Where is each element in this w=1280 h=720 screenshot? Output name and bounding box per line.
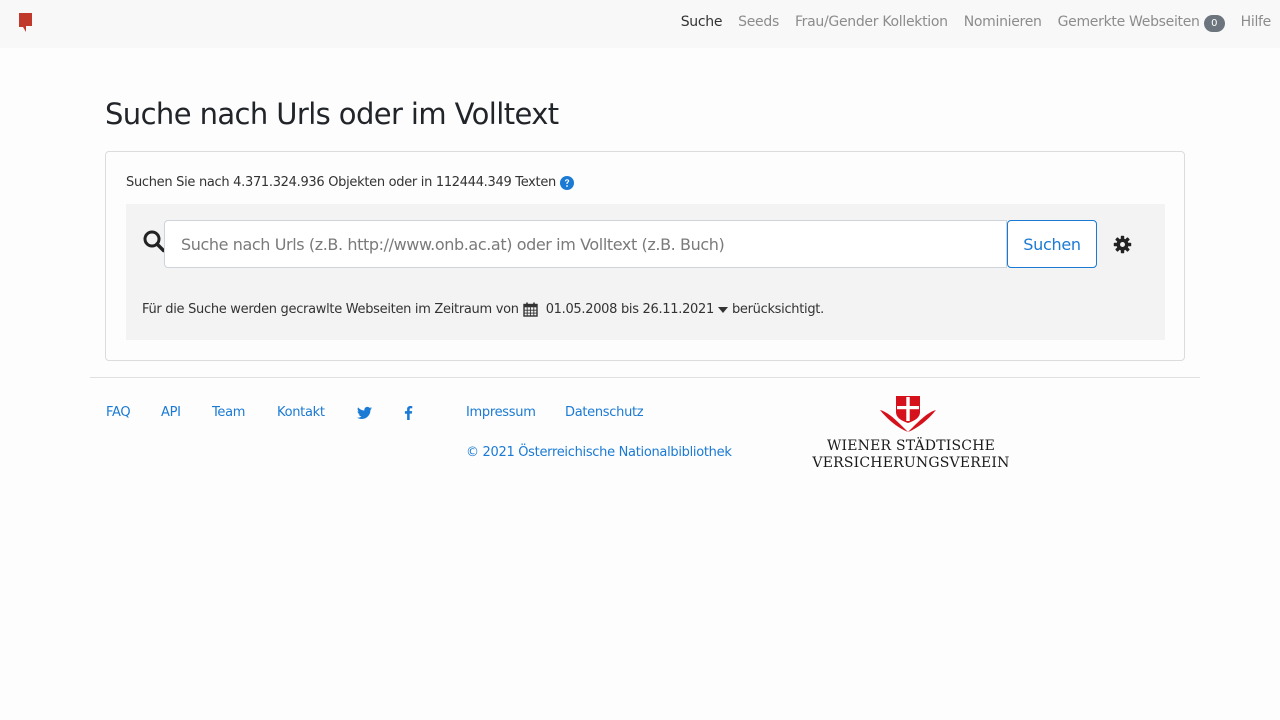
footer-link-datenschutz[interactable]: Datenschutz: [565, 405, 644, 420]
nav-menu: Suche Seeds Frau/Gender Kollektion Nomin…: [681, 0, 1280, 44]
nav-item-gemerkte-webseiten[interactable]: Gemerkte Webseiten 0: [1058, 13, 1225, 32]
search-input[interactable]: [164, 220, 1007, 268]
nav-item-gemerkte-webseiten-label: Gemerkte Webseiten: [1057, 14, 1200, 30]
search-stats-text: Suchen Sie nach 4.371.324.936 Objekten o…: [126, 175, 556, 190]
footer-link-team[interactable]: Team: [212, 405, 245, 420]
date-range-value: 01.05.2008 bis 26.11.2021: [545, 302, 715, 317]
gear-icon[interactable]: [1113, 235, 1132, 254]
nav-item-suche[interactable]: Suche: [681, 14, 723, 30]
facebook-icon[interactable]: [404, 406, 413, 420]
sponsor-line-2: VERSICHERUNGSVEREIN: [812, 455, 1010, 471]
question-circle-icon[interactable]: [560, 175, 574, 190]
calendar-icon: [522, 302, 538, 317]
date-range-picker[interactable]: 01.05.2008 bis 26.11.2021: [519, 302, 732, 317]
date-range-suffix: berücksichtigt.: [731, 302, 824, 317]
nav-item-seeds[interactable]: Seeds: [738, 14, 779, 30]
copyright-text: © 2021 Österreichische Nationalbibliothe…: [466, 445, 732, 460]
footer-link-faq[interactable]: FAQ: [106, 405, 131, 420]
sponsor-logo: WIENER STÄDTISCHE VERSICHERUNGSVEREIN: [812, 394, 1010, 474]
date-range-info: Für die Suche werden gecrawlte Webseiten…: [142, 302, 824, 317]
search-card: Suchen Sie nach 4.371.324.936 Objekten o…: [105, 151, 1185, 361]
page-title: Suche nach Urls oder im Volltext: [105, 97, 559, 131]
caret-down-icon: [717, 306, 728, 313]
bookmarks-count-badge: 0: [1203, 14, 1225, 32]
footer-divider: [90, 377, 1200, 378]
sponsor-line-1: WIENER STÄDTISCHE: [826, 438, 996, 454]
nav-item-frau-gender-kollektion[interactable]: Frau/Gender Kollektion: [795, 14, 948, 30]
search-panel: Suchen Für die Suche werden gecrawlte We…: [126, 204, 1165, 340]
search-button[interactable]: Suchen: [1007, 220, 1097, 268]
top-navbar: Suche Seeds Frau/Gender Kollektion Nomin…: [0, 0, 1280, 48]
sponsor-emblem-icon: [880, 396, 936, 432]
search-icon: [143, 230, 166, 253]
footer-link-kontakt[interactable]: Kontakt: [277, 405, 325, 420]
nav-item-hilfe[interactable]: Hilfe: [1241, 14, 1272, 30]
brand-logo-icon[interactable]: [19, 13, 33, 33]
footer-link-impressum[interactable]: Impressum: [466, 405, 536, 420]
footer-link-api[interactable]: API: [161, 405, 181, 420]
search-stats: Suchen Sie nach 4.371.324.936 Objekten o…: [126, 175, 574, 190]
twitter-icon[interactable]: [357, 406, 372, 420]
date-range-prefix: Für die Suche werden gecrawlte Webseiten…: [142, 302, 519, 317]
nav-item-nominieren[interactable]: Nominieren: [964, 14, 1042, 30]
